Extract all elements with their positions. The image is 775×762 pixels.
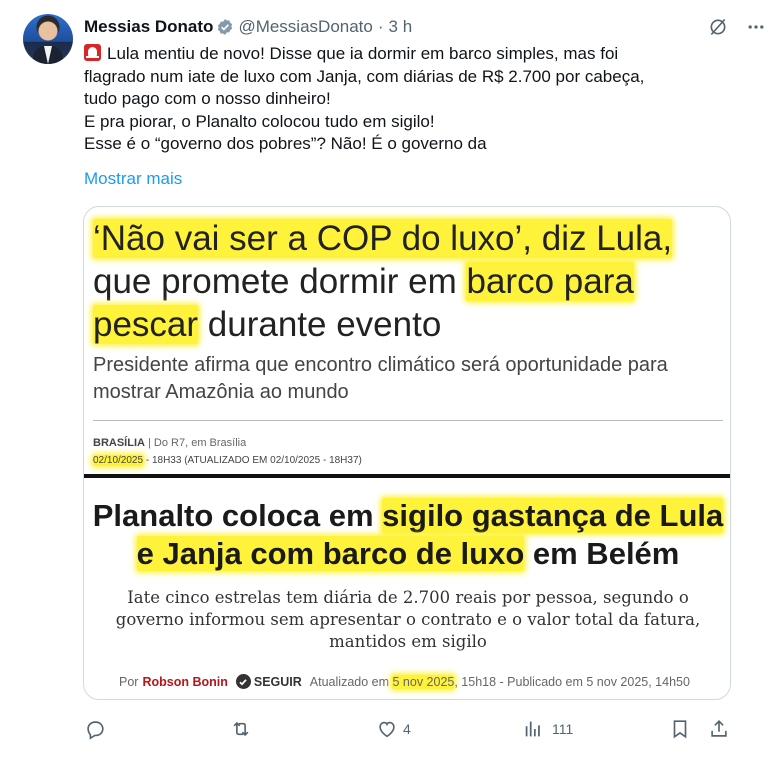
like-button[interactable]: 4 [376,716,411,742]
article1-date: 02/10/2025 - 18H33 (ATUALIZADO EM 02/10/… [93,455,362,466]
article2-author: Robson Bonin [142,674,228,689]
article2-headline: Planalto coloca em sigilo gastança de Lu… [92,498,724,571]
check-icon [235,674,251,689]
share-icon [708,718,730,740]
tweet-line: E pra piorar, o Planalto colocou tudo em… [84,111,435,131]
views-button[interactable]: 111 [522,716,573,742]
article2-byline: Por Robson Bonin SEGUIR Atualizado em 5 … [119,674,690,689]
bookmark-button[interactable] [669,716,691,742]
tweet-text: Lula mentiu de novo! Disse que ia dormir… [84,43,724,156]
article2-subtitle: Iate cinco estrelas tem diária de 2.700 … [115,588,701,651]
repost-icon [230,718,252,740]
timestamp[interactable]: 3 h [389,17,413,37]
views-icon [522,718,544,740]
reply-icon [84,718,106,740]
like-icon [376,718,398,740]
author-name[interactable]: Messias Donato [84,17,213,37]
more-icon[interactable] [745,16,767,38]
repost-button[interactable] [230,716,262,742]
tweet-line: Lula mentiu de novo! Disse que ia dormir… [84,43,724,66]
article-divider [84,474,730,478]
article1-headline: ‘Não vai ser a COP do luxo’, diz Lula, q… [93,219,673,344]
article2-updated: Atualizado em 5 nov 2025, 15h18 - Public… [309,674,690,689]
siren-emoji-icon [84,44,101,61]
follow-badge: SEGUIR [235,674,302,689]
views-count: 111 [552,721,574,737]
top-icons [707,16,764,38]
grok-icon[interactable] [707,16,729,38]
author-handle[interactable]: @MessiasDonato [238,17,372,37]
tweet-line: flagrado num iate de luxo com Janja, com… [84,66,645,86]
avatar[interactable] [23,14,73,64]
article1-subtitle: Presidente afirma que encontro climático… [93,354,668,403]
tweet-line: tudo pago com o nosso dinheiro! [84,89,331,108]
share-button[interactable] [708,716,730,742]
article1-source: BRASÍLIA | Do R7, em Brasília [93,437,247,449]
verified-badge-icon [216,18,234,36]
separator-dot: · [377,17,384,36]
media-image[interactable]: ‘Não vai ser a COP do luxo’, diz Lula, q… [83,206,731,700]
show-more-link[interactable]: Mostrar mais [84,169,182,189]
tweet-line: Esse é o “governo dos pobres”? Não! É o … [84,134,487,153]
reply-button[interactable] [84,716,116,742]
divider [93,420,723,421]
action-bar: 4 111 [84,716,732,742]
tweet-header: Messias Donato @MessiasDonato · 3 h [84,16,412,38]
bookmark-icon [669,718,691,740]
like-count: 4 [403,721,411,737]
